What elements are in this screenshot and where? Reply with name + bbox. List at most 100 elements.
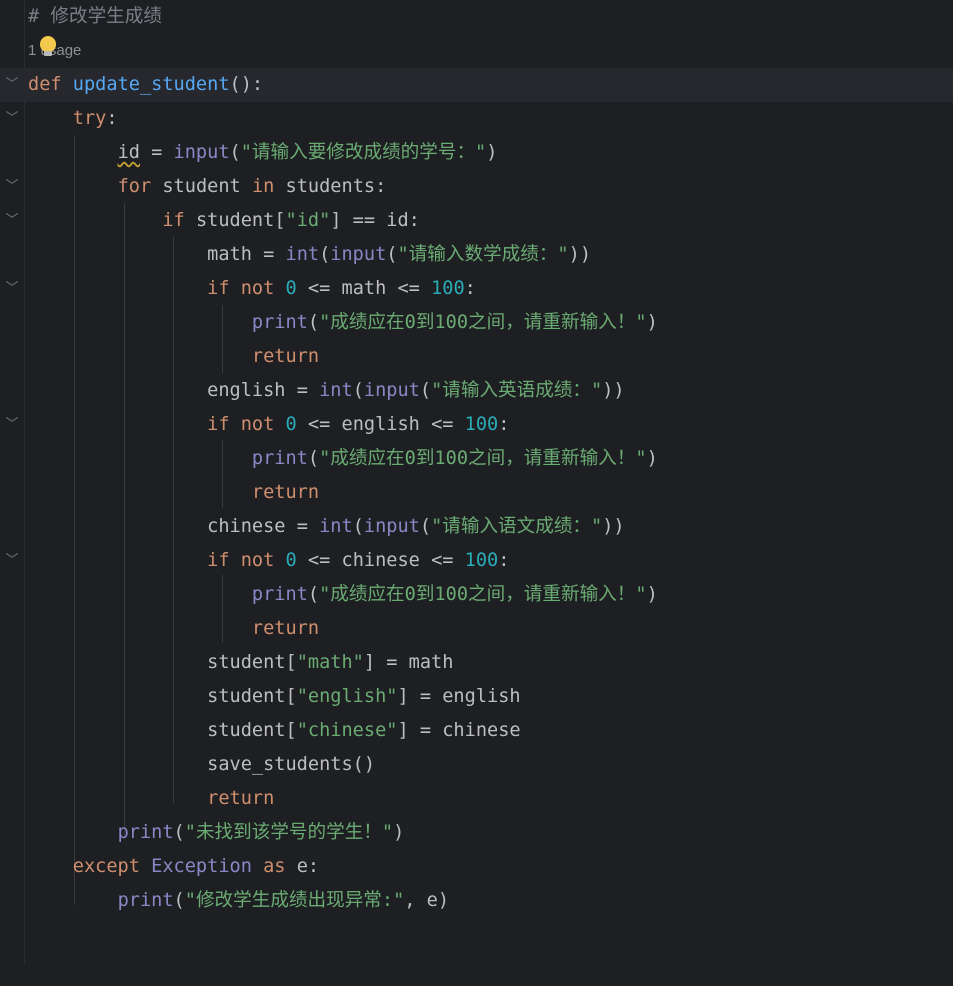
identifier: english xyxy=(442,686,521,707)
builtin: print xyxy=(117,822,174,843)
identifier: student xyxy=(195,210,275,231)
lightbulb-icon[interactable] xyxy=(40,36,56,52)
string-literal: "成绩应在0到100之间，请重新输入！" xyxy=(319,312,647,333)
code-line[interactable]: ﹀ if student["id"] == id: xyxy=(0,204,953,238)
string-literal: "chinese" xyxy=(296,720,398,741)
comment: # 修改学生成绩 xyxy=(28,6,162,27)
string-literal: "math" xyxy=(296,652,364,673)
identifier: chinese xyxy=(207,516,286,537)
code-line[interactable]: return xyxy=(0,612,953,646)
identifier: student xyxy=(162,176,241,197)
fold-chevron-icon[interactable]: ﹀ xyxy=(5,544,19,578)
code-line[interactable]: id = input("请输入要修改成绩的学号：") xyxy=(0,136,953,170)
code-line[interactable]: print("成绩应在0到100之间，请重新输入！") xyxy=(0,306,953,340)
code-line[interactable]: english = int(input("请输入英语成绩：")) xyxy=(0,374,953,408)
fold-chevron-icon[interactable]: ﹀ xyxy=(5,204,19,238)
keyword: except xyxy=(72,856,140,877)
code-line-current[interactable]: ﹀ def update_student(): xyxy=(0,68,953,102)
keyword: as xyxy=(263,856,286,877)
code-line[interactable]: return xyxy=(0,340,953,374)
code-line[interactable]: return xyxy=(0,782,953,816)
builtin: input xyxy=(363,516,420,537)
builtin: input xyxy=(363,380,420,401)
builtin: int xyxy=(319,516,353,537)
string-literal: "成绩应在0到100之间，请重新输入！" xyxy=(319,584,647,605)
builtin: print xyxy=(117,890,174,911)
keyword: if xyxy=(162,210,185,231)
fold-chevron-icon[interactable]: ﹀ xyxy=(5,272,19,306)
keyword: not xyxy=(240,550,275,571)
identifier: students xyxy=(285,176,376,197)
number-literal: 100 xyxy=(464,414,499,435)
fold-chevron-icon[interactable]: ﹀ xyxy=(5,170,19,204)
code-line[interactable]: save_students() xyxy=(0,748,953,782)
keyword: not xyxy=(240,278,275,299)
string-literal: "id" xyxy=(285,210,331,231)
code-line[interactable]: chinese = int(input("请输入语文成绩：")) xyxy=(0,510,953,544)
code-editor[interactable]: # 修改学生成绩 1 usage ﹀ def update_student():… xyxy=(0,0,953,965)
code-line[interactable]: ﹀ if not 0 <= english <= 100: xyxy=(0,408,953,442)
function-name: update_student xyxy=(72,74,230,95)
builtin-class: Exception xyxy=(151,856,252,877)
code-line[interactable]: # 修改学生成绩 xyxy=(0,0,953,34)
code-line[interactable]: ﹀ if not 0 <= chinese <= 100: xyxy=(0,544,953,578)
shadowed-name-warning[interactable]: id xyxy=(118,142,140,163)
fold-chevron-icon[interactable]: ﹀ xyxy=(5,408,19,442)
builtin: print xyxy=(251,312,308,333)
identifier: save_students xyxy=(207,754,353,775)
code-line[interactable]: ﹀ if not 0 <= math <= 100: xyxy=(0,272,953,306)
identifier: math xyxy=(408,652,454,673)
identifier: student xyxy=(207,652,286,673)
builtin: int xyxy=(285,244,320,265)
keyword: in xyxy=(251,176,275,197)
fold-chevron-icon[interactable]: ﹀ xyxy=(5,68,19,102)
identifier: math xyxy=(207,244,252,265)
builtin: input xyxy=(330,244,387,265)
code-line[interactable]: print("成绩应在0到100之间，请重新输入！") xyxy=(0,442,953,476)
number-literal: 0 xyxy=(285,550,297,571)
keyword: not xyxy=(240,414,275,435)
fold-chevron-icon[interactable]: ﹀ xyxy=(5,102,19,136)
code-line[interactable]: print("未找到该学号的学生！") xyxy=(0,816,953,850)
identifier: student xyxy=(207,686,286,707)
code-line[interactable]: ﹀ try: xyxy=(0,102,953,136)
keyword: def xyxy=(28,74,62,95)
builtin: print xyxy=(251,584,308,605)
keyword: return xyxy=(251,346,320,367)
code-line[interactable]: student["english"] = english xyxy=(0,680,953,714)
identifier: id xyxy=(386,210,409,231)
identifier: chinese xyxy=(341,550,420,571)
keyword: try xyxy=(72,108,107,129)
number-literal: 100 xyxy=(464,550,499,571)
keyword: return xyxy=(207,788,275,809)
identifier: e xyxy=(296,856,308,877)
code-line[interactable]: print("成绩应在0到100之间，请重新输入！") xyxy=(0,578,953,612)
code-line[interactable]: ﹀ for student in students: xyxy=(0,170,953,204)
number-literal: 100 xyxy=(431,278,465,299)
string-literal: "请输入数学成绩：" xyxy=(397,244,569,265)
identifier: student xyxy=(207,720,286,741)
string-literal: "请输入语文成绩：" xyxy=(431,516,603,537)
string-literal: "请输入要修改成绩的学号：" xyxy=(240,142,487,163)
builtin: print xyxy=(251,448,308,469)
code-line[interactable]: student["math"] = math xyxy=(0,646,953,680)
keyword: if xyxy=(207,550,230,571)
keyword: if xyxy=(207,414,230,435)
code-line[interactable]: print("修改学生成绩出现异常:", e) xyxy=(0,884,953,918)
string-literal: "未找到该学号的学生！" xyxy=(184,822,394,843)
code-line-usage-hint[interactable]: 1 usage xyxy=(0,34,953,68)
string-literal: "请输入英语成绩：" xyxy=(431,380,603,401)
number-literal: 0 xyxy=(285,414,297,435)
identifier: english xyxy=(207,380,286,401)
code-line[interactable]: return xyxy=(0,476,953,510)
code-line[interactable]: student["chinese"] = chinese xyxy=(0,714,953,748)
string-literal: "成绩应在0到100之间，请重新输入！" xyxy=(319,448,647,469)
keyword: if xyxy=(207,278,230,299)
code-line[interactable]: math = int(input("请输入数学成绩：")) xyxy=(0,238,953,272)
builtin: int xyxy=(319,380,353,401)
identifier: e xyxy=(426,890,438,911)
identifier: math xyxy=(341,278,387,299)
code-line[interactable]: except Exception as e: xyxy=(0,850,953,884)
builtin: input xyxy=(173,142,230,163)
number-literal: 0 xyxy=(285,278,297,299)
